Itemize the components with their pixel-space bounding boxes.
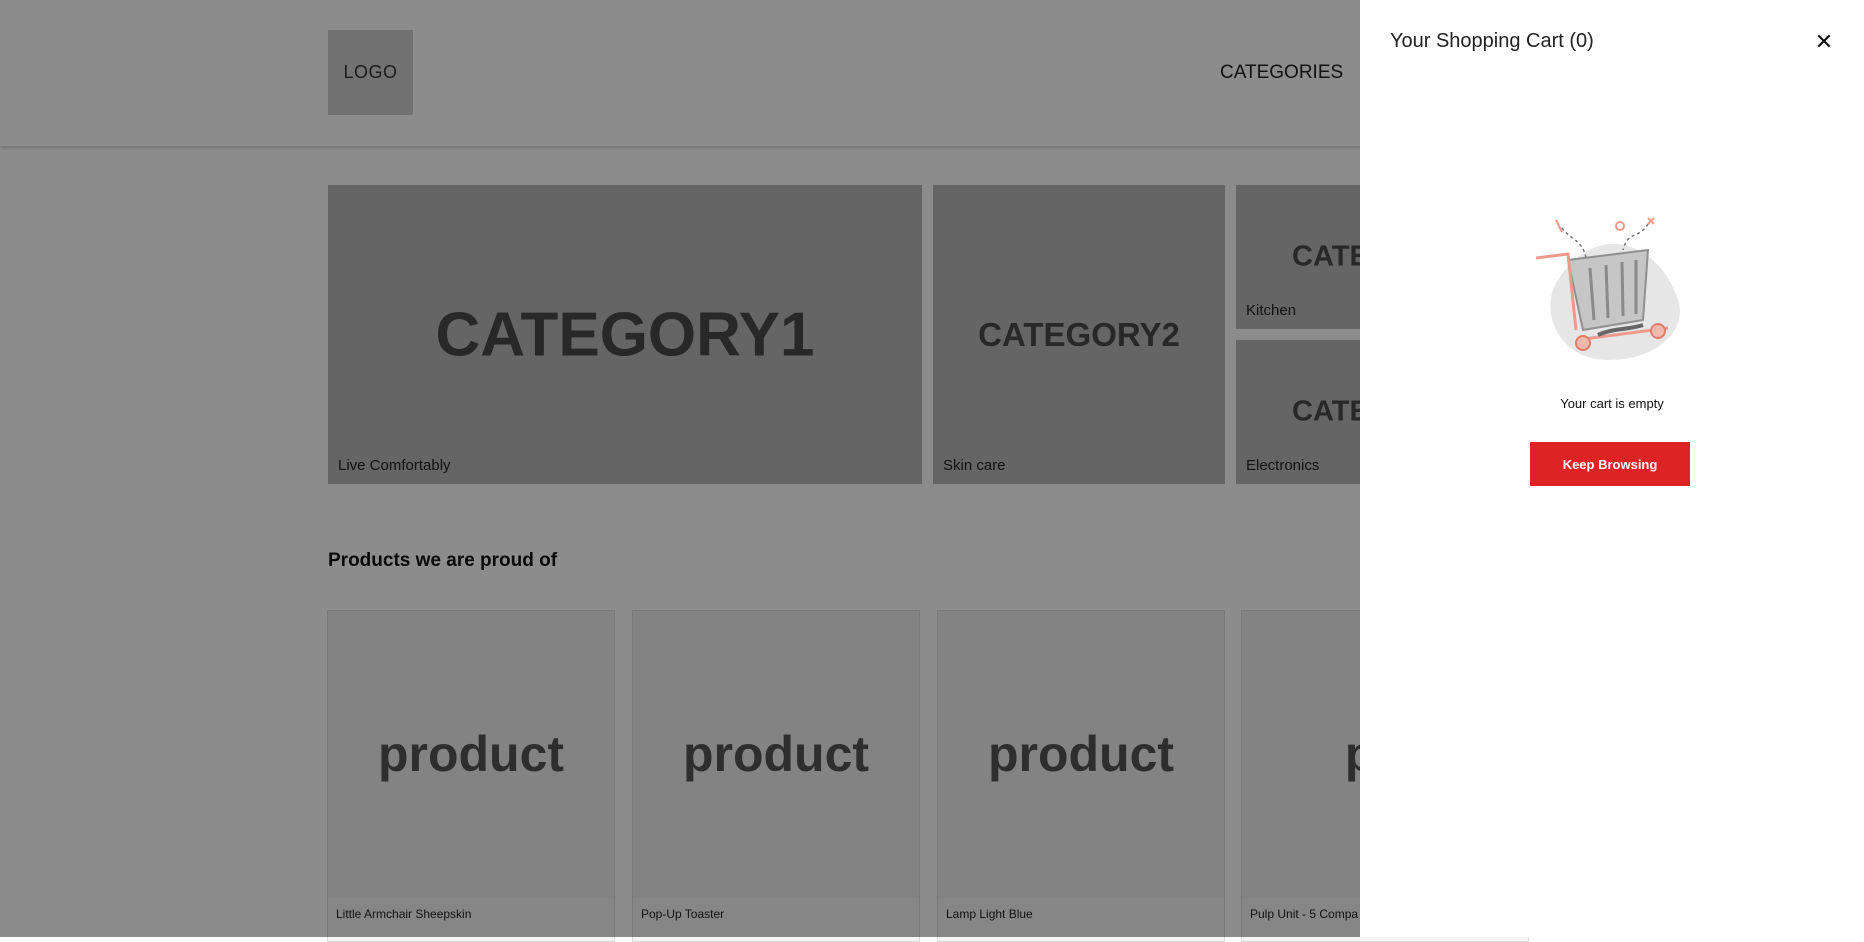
cart-empty-message: Your cart is empty — [1560, 396, 1664, 411]
empty-cart-illustration-icon — [1535, 217, 1680, 360]
cart-drawer: Your Shopping Cart (0) ✕ Your cart is em… — [1360, 0, 1864, 937]
close-icon[interactable]: ✕ — [1810, 28, 1838, 56]
keep-browsing-button[interactable]: Keep Browsing — [1530, 442, 1690, 486]
cart-title: Your Shopping Cart (0) — [1390, 30, 1594, 52]
